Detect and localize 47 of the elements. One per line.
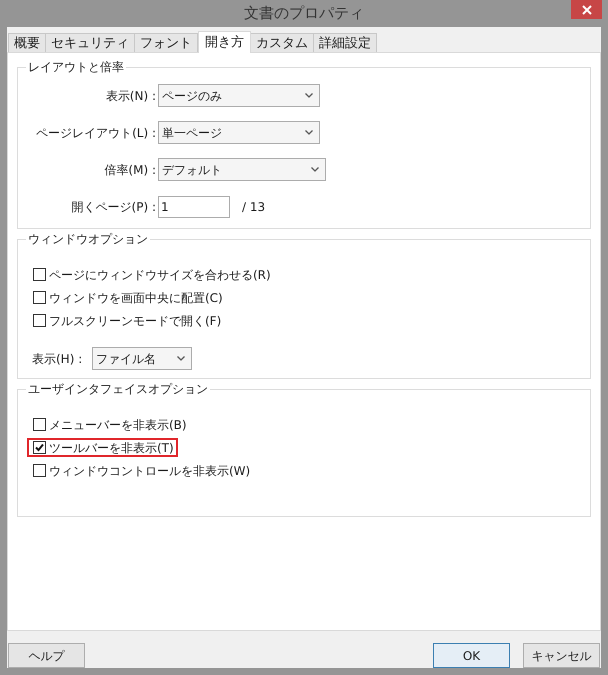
close-button[interactable] <box>571 0 602 19</box>
dropdown-value: 単一ページ <box>162 124 222 142</box>
dropdown[interactable]: ページのみ <box>158 84 320 107</box>
tab[interactable]: 詳細設定 <box>313 33 377 52</box>
tab[interactable]: フォント <box>134 33 198 52</box>
chevron-down-icon <box>305 130 313 135</box>
checkbox[interactable] <box>33 314 46 327</box>
tab[interactable]: 開き方 <box>198 31 251 53</box>
tab[interactable]: セキュリティ <box>45 33 135 52</box>
window-title: 文書のプロパティ <box>244 3 364 24</box>
group-title: ウィンドウオプション <box>26 231 150 247</box>
chevron-down-icon <box>177 356 185 361</box>
page-input[interactable]: 1 <box>158 196 230 218</box>
group-title: ユーザインタフェイスオプション <box>26 381 210 397</box>
dialog-button[interactable]: OK <box>433 643 510 668</box>
checkbox-option[interactable]: ツールバーを非表示(T) <box>27 438 178 457</box>
checkmark-icon <box>35 443 44 452</box>
field-label: 倍率(M) : <box>103 162 157 178</box>
dropdown-value: ファイル名 <box>96 350 156 368</box>
field-label: 表示(N) : <box>104 88 157 104</box>
dropdown-value: デフォルト <box>162 162 222 178</box>
dialog-button[interactable]: ヘルプ <box>8 643 85 668</box>
checkbox[interactable] <box>33 418 46 431</box>
checkbox[interactable] <box>33 291 46 304</box>
checkbox[interactable] <box>33 268 46 281</box>
dialog-button[interactable]: キャンセル <box>523 643 600 668</box>
group-title: レイアウトと倍率 <box>26 59 126 75</box>
dropdown[interactable]: デフォルト <box>158 158 326 181</box>
dropdown-value: ページのみ <box>162 88 222 104</box>
tab[interactable]: 概要 <box>8 33 46 52</box>
checkbox-option[interactable]: メニューバーを非表示(B) <box>27 415 191 434</box>
dropdown[interactable]: ファイル名 <box>92 347 192 370</box>
checkbox[interactable] <box>33 441 46 454</box>
dropdown[interactable]: 単一ページ <box>158 121 320 144</box>
page-count: / 13 <box>242 198 266 216</box>
field-label: 開くページ(P) : <box>70 198 157 216</box>
chevron-down-icon <box>305 93 313 98</box>
field-label: 表示(H) : <box>32 350 84 368</box>
checkbox-option[interactable]: ウィンドウコントロールを非表示(W) <box>27 461 254 480</box>
field-label: ページレイアウト(L) : <box>35 124 157 142</box>
checkbox-option[interactable]: ウィンドウを画面中央に配置(C) <box>27 288 227 307</box>
checkbox-option[interactable]: フルスクリーンモードで開く(F) <box>27 311 226 330</box>
checkbox[interactable] <box>33 464 46 477</box>
close-icon <box>582 4 592 14</box>
chevron-down-icon <box>311 167 319 172</box>
checkbox-option[interactable]: ページにウィンドウサイズを合わせる(R) <box>27 265 275 284</box>
tab[interactable]: カスタム <box>250 33 314 52</box>
